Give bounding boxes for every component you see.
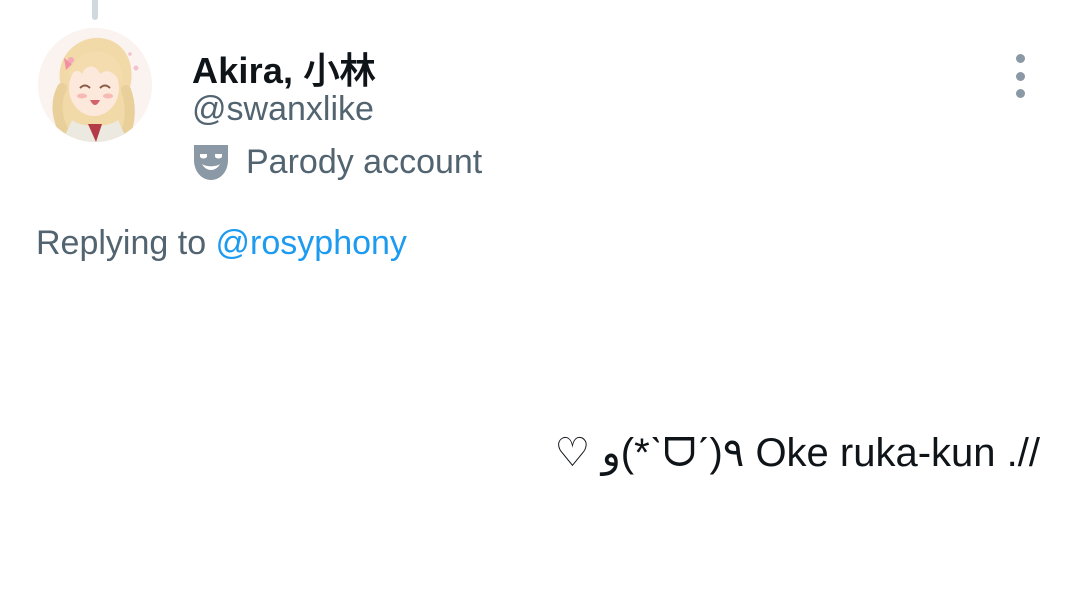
replying-to-line: Replying to @rosyphony	[36, 224, 407, 263]
more-vertical-icon	[1015, 54, 1025, 63]
parody-label-text: Parody account	[246, 142, 483, 181]
avatar[interactable]	[38, 28, 152, 142]
reply-mention-link[interactable]: @rosyphony	[216, 224, 407, 262]
replying-to-prefix: Replying to	[36, 224, 216, 262]
user-handle[interactable]: @swanxlike	[192, 90, 374, 129]
more-options-button[interactable]	[1004, 54, 1036, 98]
more-dot	[1015, 71, 1025, 81]
parody-account-label: Parody account	[192, 140, 482, 184]
thread-connector-line	[92, 0, 98, 20]
display-name[interactable]: Akira, 小林	[192, 42, 376, 94]
more-dot	[1015, 89, 1025, 98]
theater-mask-icon	[192, 142, 230, 182]
avatar-image	[38, 28, 152, 142]
tweet-text: ♡ و(*ˋᗜˊ)٩ Oke ruka-kun .//	[554, 431, 1040, 475]
